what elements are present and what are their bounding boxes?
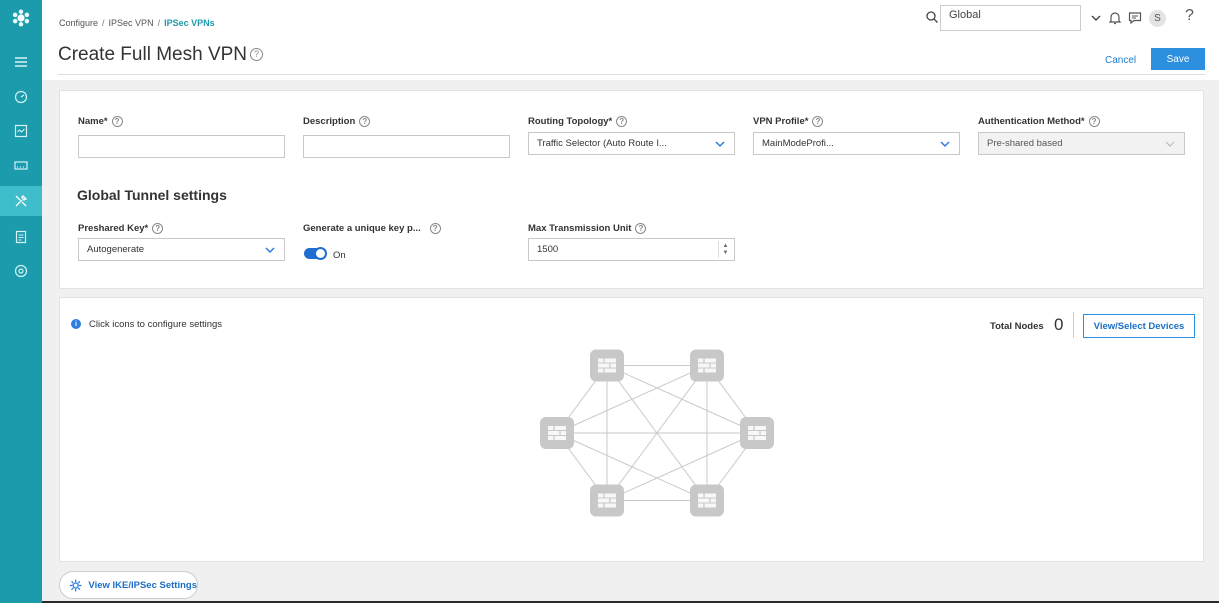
firewall-node-icon[interactable] bbox=[590, 349, 624, 382]
chevron-down-icon bbox=[940, 141, 950, 148]
authentication-method-select: Pre-shared based bbox=[978, 132, 1185, 155]
total-nodes-divider bbox=[1073, 312, 1074, 338]
header-divider bbox=[58, 74, 1205, 75]
vpn-profile-select[interactable]: MainModeProfi... bbox=[753, 132, 960, 155]
firewall-node-icon[interactable] bbox=[540, 417, 574, 449]
ike-button-label: View IKE/IPSec Settings bbox=[88, 579, 197, 591]
save-button[interactable]: Save bbox=[1151, 48, 1205, 70]
view-ike-ipsec-settings-button[interactable]: View IKE/IPSec Settings bbox=[59, 571, 198, 599]
preshared-key-select[interactable]: Autogenerate bbox=[78, 238, 285, 261]
preshared-key-value: Autogenerate bbox=[87, 244, 145, 255]
mtu-stepper[interactable]: ▲ ▼ bbox=[718, 241, 732, 258]
chevron-down-icon bbox=[715, 141, 725, 148]
description-help-icon[interactable]: ? bbox=[359, 116, 371, 127]
sidebar-item-devices[interactable] bbox=[0, 150, 42, 180]
full-mesh-topology-diagram bbox=[540, 349, 774, 517]
page-title-text: Create Full Mesh VPN bbox=[58, 44, 248, 65]
sidebar-item-menu[interactable] bbox=[0, 47, 42, 77]
unique-key-label: Generate a unique key p...? bbox=[303, 223, 441, 234]
vpn-profile-help-icon[interactable]: ? bbox=[812, 116, 824, 127]
notifications-button[interactable] bbox=[1107, 10, 1123, 26]
routing-topology-select[interactable]: Traffic Selector (Auto Route I... bbox=[528, 132, 735, 155]
firewall-node-icon[interactable] bbox=[740, 417, 774, 449]
stepper-up-icon[interactable]: ▲ bbox=[723, 243, 729, 250]
chevron-down-icon bbox=[1091, 15, 1101, 21]
total-nodes-label: Total Nodes bbox=[990, 321, 1044, 332]
description-field[interactable] bbox=[303, 135, 510, 158]
vpn-profile-label: VPN Profile*? bbox=[753, 116, 824, 127]
monitor-icon bbox=[14, 124, 28, 138]
breadcrumb: Configure / IPSec VPN / IPSec VPNs bbox=[59, 18, 215, 28]
sidebar-item-configure[interactable] bbox=[0, 186, 42, 216]
unique-key-toggle[interactable] bbox=[304, 247, 327, 260]
mtu-field[interactable]: 1500 ▲ ▼ bbox=[528, 238, 735, 261]
cancel-button[interactable]: Cancel bbox=[1105, 55, 1136, 66]
mtu-value: 1500 bbox=[537, 244, 559, 255]
name-field[interactable] bbox=[78, 135, 285, 158]
reports-icon bbox=[15, 230, 27, 244]
info-icon: i bbox=[71, 319, 81, 329]
mesh-link bbox=[606, 432, 758, 502]
avatar[interactable]: S bbox=[1149, 10, 1166, 27]
authentication-method-value: Pre-shared based bbox=[987, 138, 1063, 149]
help-question-icon[interactable]: ? bbox=[1185, 7, 1194, 25]
scope-dropdown-chevron[interactable] bbox=[1088, 10, 1104, 26]
toggle-knob bbox=[314, 247, 327, 260]
configure-icon bbox=[15, 195, 28, 207]
name-label: Name*? bbox=[78, 116, 123, 127]
breadcrumb-configure[interactable]: Configure bbox=[59, 18, 98, 28]
logo-icon bbox=[12, 9, 30, 27]
settings-icon bbox=[69, 579, 82, 591]
mtu-help-icon[interactable]: ? bbox=[635, 223, 647, 234]
sidebar-item-reports[interactable] bbox=[0, 222, 42, 252]
messages-button[interactable] bbox=[1127, 10, 1143, 26]
topology-hint: Click icons to configure settings bbox=[89, 319, 223, 330]
routing-topology-label: Routing Topology*? bbox=[528, 116, 628, 127]
mtu-label: Max Transmission Unit? bbox=[528, 223, 647, 234]
page-header: Configure / IPSec VPN / IPSec VPNs Create Fu… bbox=[42, 0, 1219, 80]
firewall-node-icon[interactable] bbox=[690, 484, 724, 517]
routing-topology-value: Traffic Selector (Auto Route I... bbox=[537, 138, 667, 149]
search-icon[interactable] bbox=[925, 10, 939, 24]
vpn-settings-card: Name*? Description? Routing Topology*? T… bbox=[59, 90, 1204, 289]
help-icon[interactable]: ? bbox=[250, 48, 264, 62]
psk-help-icon[interactable]: ? bbox=[152, 223, 164, 234]
auth-help-icon[interactable]: ? bbox=[1088, 116, 1100, 127]
global-tunnel-settings-heading: Global Tunnel settings bbox=[77, 187, 227, 203]
administration-icon bbox=[14, 264, 28, 278]
page-title: Create Full Mesh VPN? bbox=[58, 44, 264, 66]
sidebar-item-dashboard[interactable] bbox=[0, 82, 42, 112]
sidebar-item-monitor[interactable] bbox=[0, 116, 42, 146]
unique-key-toggle-state: On bbox=[333, 250, 346, 261]
preshared-key-label: Preshared Key*? bbox=[78, 223, 164, 234]
view-select-devices-button[interactable]: View/Select Devices bbox=[1083, 314, 1195, 338]
firewall-node-icon[interactable] bbox=[590, 484, 624, 517]
total-nodes-count: 0 bbox=[1054, 315, 1064, 334]
chevron-down-icon bbox=[265, 247, 275, 254]
vpn-profile-value: MainModeProfi... bbox=[762, 138, 834, 149]
routing-help-icon[interactable]: ? bbox=[616, 116, 628, 127]
message-icon bbox=[1128, 12, 1142, 25]
topology-card: i Click icons to configure settings Tota… bbox=[59, 297, 1204, 562]
breadcrumb-ipsec-vpns[interactable]: IPSec VPNs bbox=[164, 18, 215, 28]
bell-icon bbox=[1108, 12, 1122, 25]
breadcrumb-ipsec-vpn[interactable]: IPSec VPN bbox=[109, 18, 154, 28]
mesh-link bbox=[556, 432, 708, 502]
dashboard-icon bbox=[14, 90, 28, 104]
devices-icon bbox=[14, 161, 28, 170]
sidebar bbox=[0, 0, 42, 603]
menu-icon bbox=[15, 57, 27, 67]
mesh-link bbox=[556, 364, 708, 434]
stepper-down-icon[interactable]: ▼ bbox=[723, 250, 729, 257]
chevron-down-icon bbox=[1165, 141, 1175, 147]
description-label: Description? bbox=[303, 116, 371, 127]
name-help-icon[interactable]: ? bbox=[111, 116, 123, 127]
authentication-method-label: Authentication Method*? bbox=[978, 116, 1100, 127]
firewall-node-icon[interactable] bbox=[690, 349, 724, 382]
scope-select[interactable]: Global bbox=[940, 5, 1081, 31]
unique-key-help-icon[interactable]: ? bbox=[429, 223, 441, 234]
sidebar-item-administration[interactable] bbox=[0, 256, 42, 286]
